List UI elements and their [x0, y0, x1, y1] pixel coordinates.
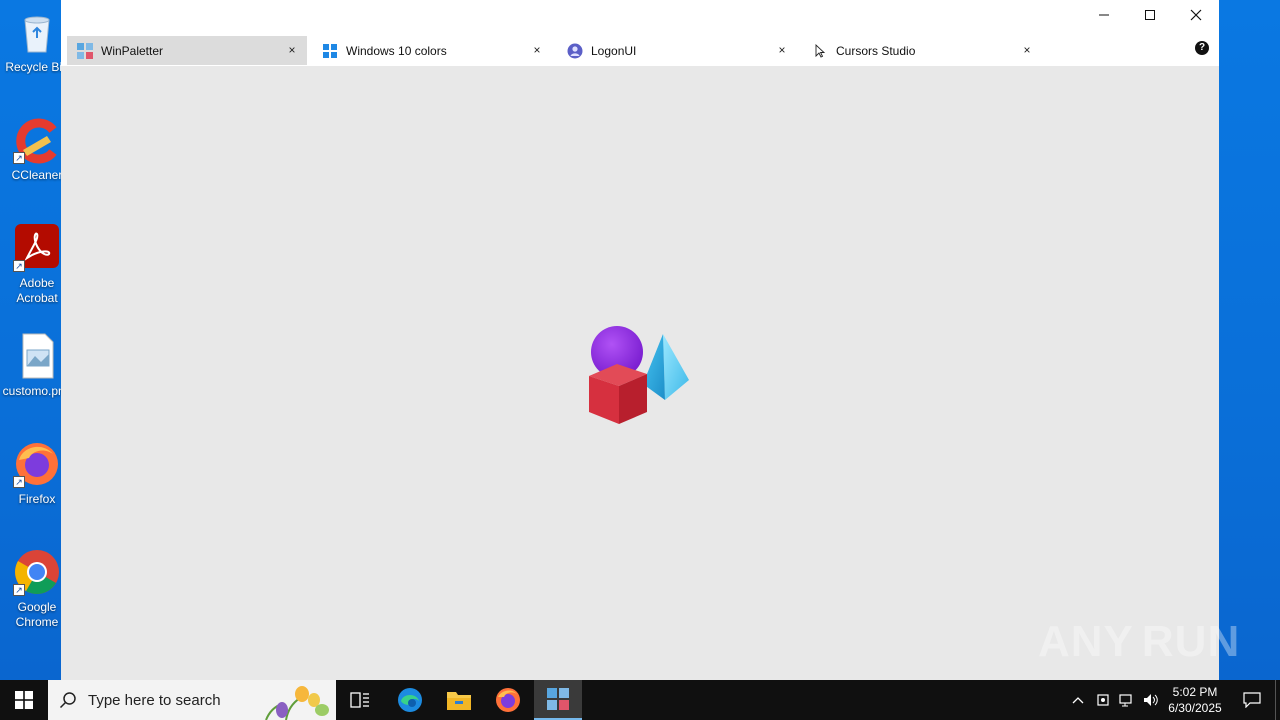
taskbar: Type here to search 5:02 PM 6/30/2025: [0, 680, 1280, 720]
winpaletter-icon: [547, 688, 569, 710]
tray-device-button[interactable]: [1091, 680, 1115, 720]
tab-close-button[interactable]: ×: [285, 43, 299, 57]
tab-label: LogonUI: [591, 43, 637, 58]
tab-label: WinPaletter: [101, 43, 164, 58]
main-content: [61, 66, 1219, 680]
watermark-text-left: ANY: [1038, 617, 1134, 666]
close-button[interactable]: [1173, 0, 1219, 30]
winpaletter-logo: [585, 322, 695, 426]
watermark: ANY RUN: [1038, 612, 1241, 672]
maximize-icon: [1145, 10, 1155, 20]
windows-start-icon: [15, 691, 33, 709]
ccleaner-icon: ↗: [13, 116, 61, 164]
minimize-icon: [1099, 14, 1109, 16]
title-bar[interactable]: [61, 0, 1219, 32]
chrome-icon: ↗: [13, 548, 61, 596]
clock-date: 6/30/2025: [1168, 701, 1222, 715]
shortcut-arrow-icon: ↗: [13, 152, 25, 164]
firefox-icon: ↗: [13, 440, 61, 488]
firefox-icon: [496, 688, 520, 712]
tray-overflow-button[interactable]: [1066, 680, 1090, 720]
search-highlight-flowers-icon: [265, 686, 329, 720]
winpaletter-icon: [77, 42, 93, 59]
chevron-up-icon: [1072, 697, 1084, 704]
shortcut-arrow-icon: ↗: [13, 476, 25, 488]
start-button[interactable]: [0, 680, 48, 720]
tab-windows-10-colors[interactable]: Windows 10 colors ×: [312, 36, 552, 65]
help-button[interactable]: ?: [1195, 41, 1209, 55]
show-desktop-button[interactable]: [1275, 680, 1280, 720]
edge-icon: [398, 688, 422, 712]
shortcut-arrow-icon: ↗: [13, 584, 25, 596]
taskbar-firefox[interactable]: [484, 680, 532, 720]
tab-close-button[interactable]: ×: [1020, 43, 1034, 57]
watermark-text-right: RUN: [1141, 617, 1241, 666]
tray-network-button[interactable]: [1115, 680, 1139, 720]
minimize-button[interactable]: [1081, 0, 1127, 30]
task-view-icon: [350, 692, 369, 708]
windows-logo-icon: [322, 43, 338, 59]
image-file-icon: [13, 332, 61, 380]
notification-icon: [1243, 692, 1261, 708]
user-icon: [567, 43, 583, 59]
close-icon: [1190, 9, 1202, 21]
search-placeholder: Type here to search: [88, 691, 221, 709]
tab-strip: WinPaletter × Windows 10 colors × LogonU…: [61, 32, 1219, 66]
taskbar-edge[interactable]: [386, 680, 434, 720]
tab-winpaletter[interactable]: WinPaletter ×: [67, 36, 307, 65]
taskbar-file-explorer[interactable]: [435, 680, 483, 720]
shortcut-arrow-icon: ↗: [13, 260, 25, 272]
file-explorer-icon: [447, 692, 471, 710]
task-view-button[interactable]: [336, 680, 384, 720]
adobe-acrobat-icon: ↗: [13, 224, 61, 272]
tab-logonui[interactable]: LogonUI ×: [557, 36, 797, 65]
winpaletter-window: WinPaletter × Windows 10 colors × LogonU…: [61, 0, 1219, 680]
tray-volume-button[interactable]: [1139, 680, 1163, 720]
cursor-icon: [812, 43, 828, 59]
volume-icon: [1144, 694, 1158, 706]
search-icon: [48, 691, 88, 709]
taskbar-clock[interactable]: 5:02 PM 6/30/2025: [1162, 684, 1228, 718]
tab-label: Windows 10 colors: [346, 43, 447, 58]
tab-label: Cursors Studio: [836, 43, 916, 58]
desktop: Recycle Bin ↗ CCleaner ↗ Adobe Acrobat c…: [0, 0, 1280, 680]
device-icon: [1097, 694, 1109, 706]
action-center-button[interactable]: [1232, 680, 1272, 720]
tab-cursors-studio[interactable]: Cursors Studio ×: [802, 36, 1042, 65]
clock-time: 5:02 PM: [1172, 685, 1218, 699]
tab-close-button[interactable]: ×: [775, 43, 789, 57]
taskbar-search-box[interactable]: Type here to search: [48, 680, 336, 720]
maximize-button[interactable]: [1127, 0, 1173, 30]
taskbar-winpaletter[interactable]: [534, 680, 582, 720]
network-icon: [1119, 694, 1132, 707]
recycle-bin-icon: [13, 8, 61, 56]
tab-close-button[interactable]: ×: [530, 43, 544, 57]
